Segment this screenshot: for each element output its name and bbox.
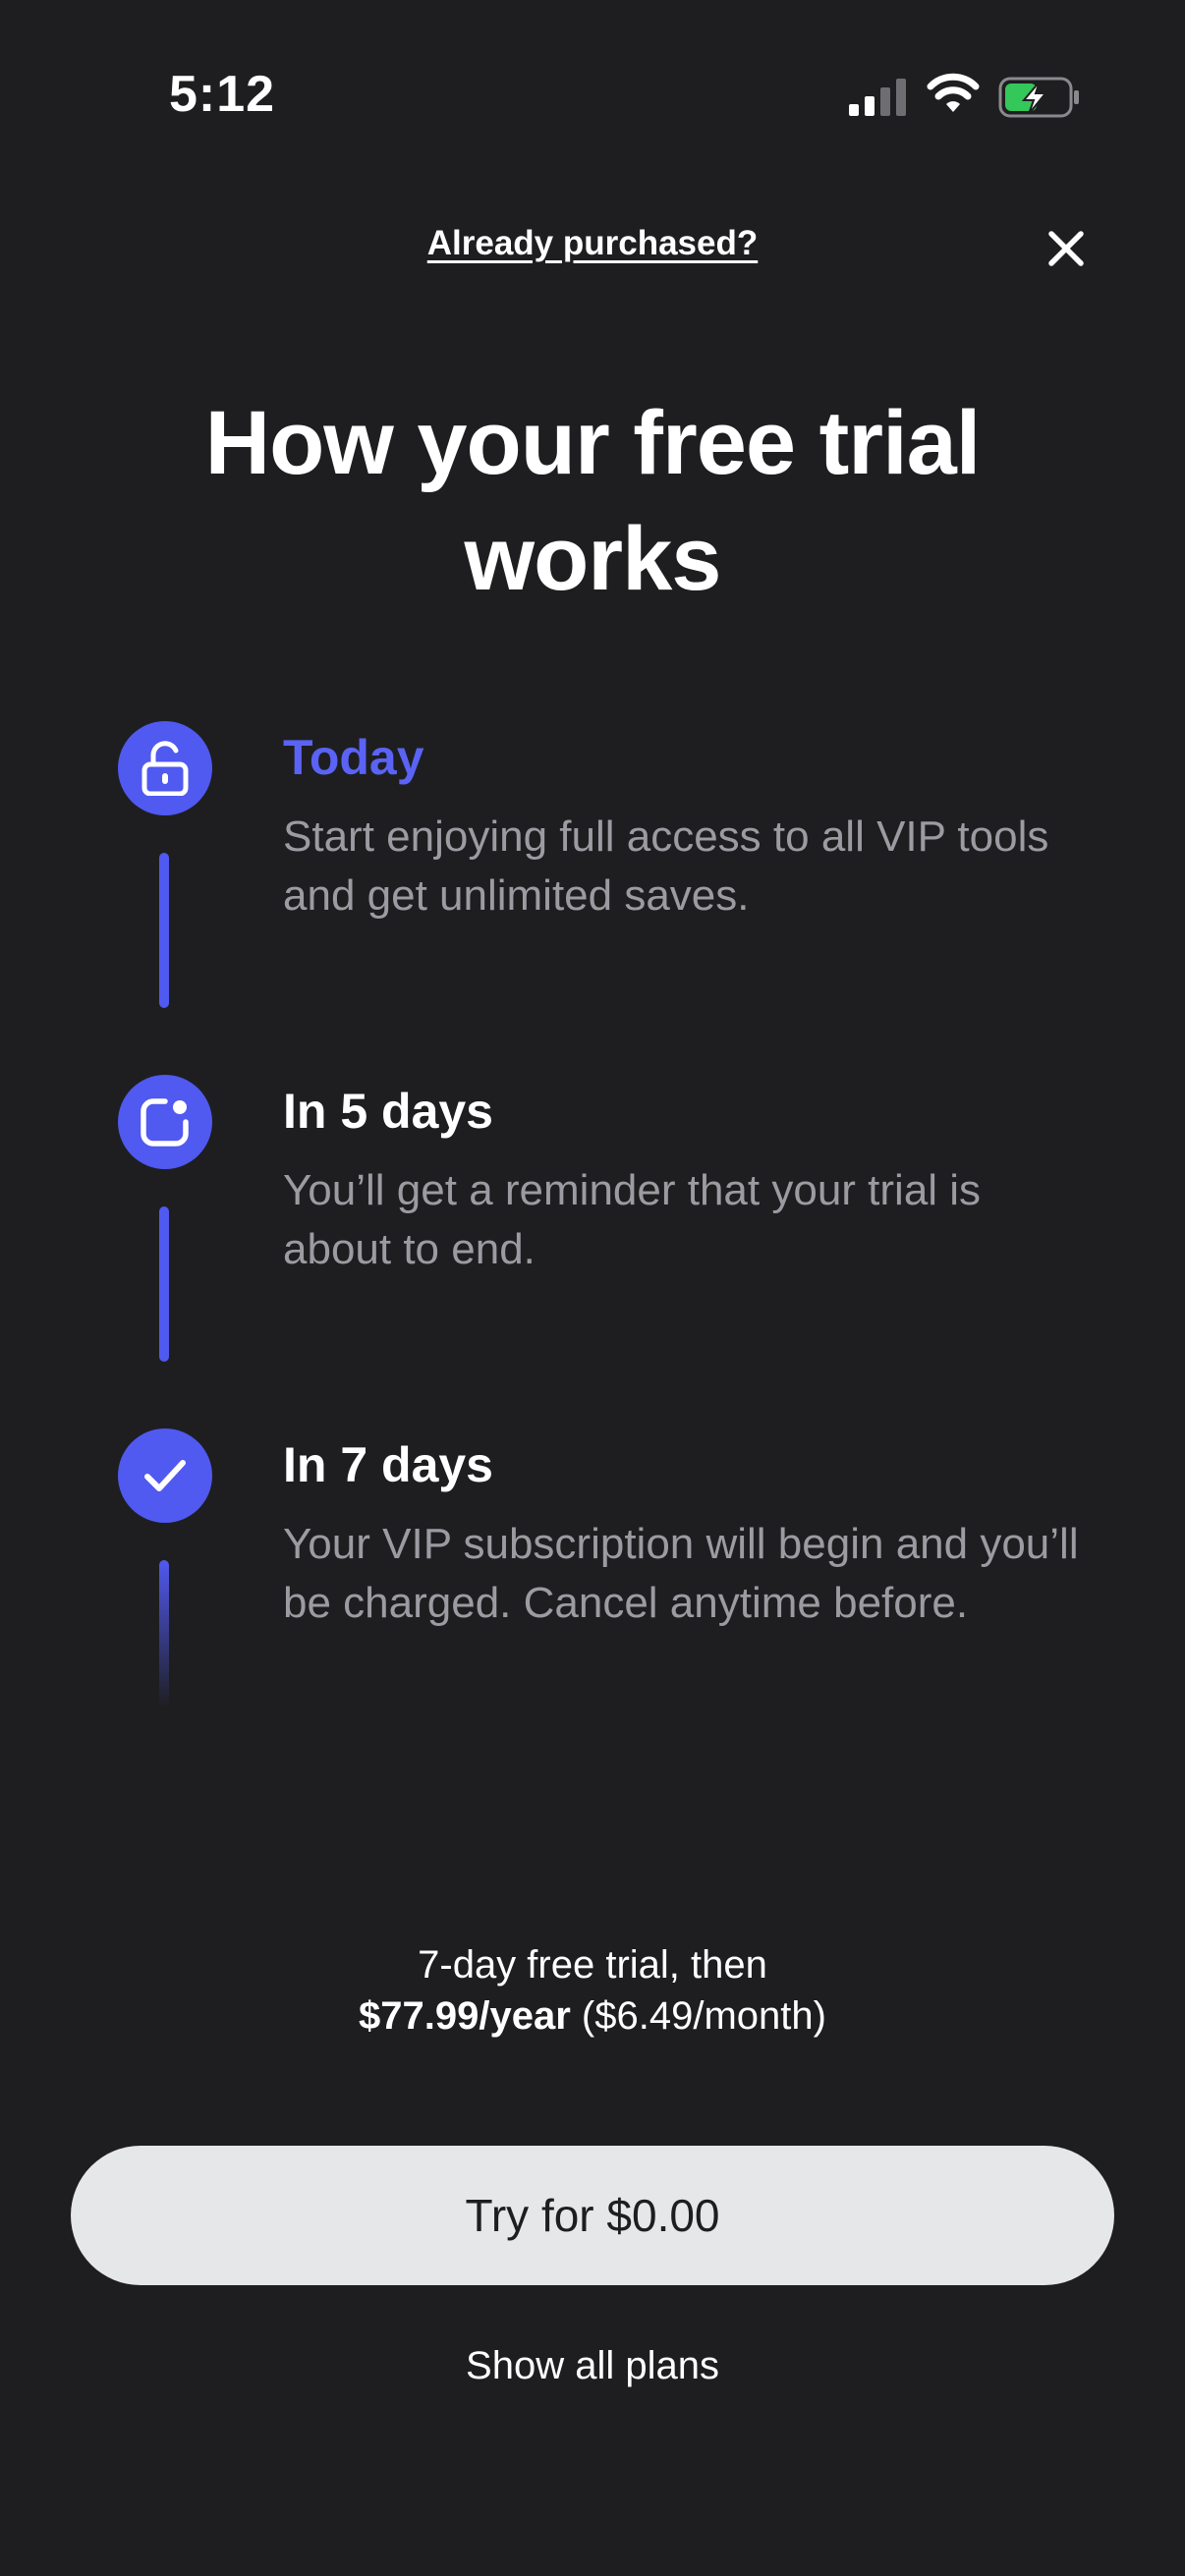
wifi-icon [927, 73, 980, 112]
timeline-connector [159, 1206, 169, 1362]
try-free-button[interactable]: Try for $0.00 [71, 2146, 1114, 2285]
timeline-connector [159, 1560, 169, 1708]
close-icon [1048, 231, 1084, 266]
check-icon [144, 1460, 186, 1491]
yearly-price: $77.99/year [359, 1994, 571, 2038]
unlock-icon [141, 741, 189, 796]
step-description: Start enjoying full access to all VIP to… [283, 812, 1049, 920]
step-title: In 5 days [283, 1084, 493, 1139]
step-title: In 7 days [283, 1437, 493, 1492]
trial-info-text: 7-day free trial, then [418, 1943, 767, 1987]
already-purchased-link[interactable]: Already purchased? [0, 224, 1185, 263]
page-title: How your free trial works [204, 393, 982, 609]
timeline-connector [159, 853, 169, 1008]
battery-charging-icon [998, 77, 1079, 118]
step-icon-circle [118, 1075, 212, 1169]
step-description: You’ll get a reminder that your trial is… [283, 1166, 982, 1273]
notification-icon [141, 1098, 189, 1147]
monthly-price: ($6.49/month) [570, 1994, 826, 2038]
step-description: Your VIP subscription will begin and you… [283, 1520, 1079, 1627]
status-time: 5:12 [169, 66, 276, 123]
step-title: Today [283, 730, 424, 785]
show-all-plans-link[interactable]: Show all plans [0, 2344, 1185, 2388]
step-icon-circle [118, 721, 212, 815]
step-icon-circle [118, 1428, 212, 1523]
price-text: $77.99/year ($6.49/month) [0, 1994, 1185, 2039]
status-bar: 5:12 [0, 0, 1185, 187]
close-button[interactable] [1042, 224, 1091, 273]
signal-icon [849, 79, 906, 116]
